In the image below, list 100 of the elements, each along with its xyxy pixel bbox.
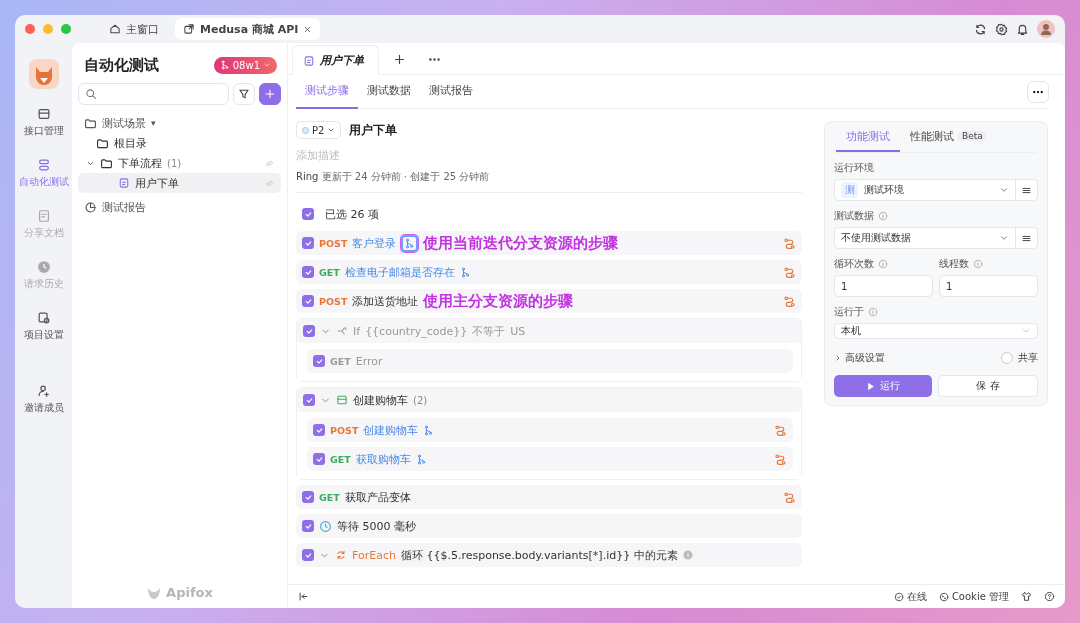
tree-item[interactable]: 下单流程 (1) [78,153,281,173]
environment-select[interactable]: 测 测试环境 [834,179,1016,201]
filter-button[interactable] [233,83,255,105]
info-icon [682,550,693,560]
add-user-icon [36,384,51,398]
help-button[interactable] [1044,591,1055,602]
editor-tab[interactable]: 用户下单 [292,45,379,75]
window-tab[interactable]: Medusa 商城 API [175,18,321,40]
step-row[interactable]: 等待 5000 毫秒 [296,514,802,538]
step-name: 检查电子邮箱是否存在 [344,264,455,280]
close-window-button[interactable] [25,24,35,34]
select-all-checkbox[interactable] [302,208,314,220]
run-button[interactable]: 运行 [834,375,932,397]
sub-tab[interactable]: 测试步骤 [296,74,358,109]
chevron-icon [1021,326,1031,336]
step-name: 添加送货地址 [352,293,419,309]
theme-button[interactable] [1021,591,1032,602]
share-toggle[interactable]: 共享 [1001,351,1038,365]
step-name: Error [355,354,383,368]
more-button[interactable] [1027,80,1049,103]
scenario-folder-icon [84,116,97,130]
pie-chart-icon [84,200,97,214]
field-label: 运行于 [834,305,864,319]
step-row[interactable]: POST 客户登录 使用当前迭代分支资源的步骤 [296,231,802,255]
save-button[interactable]: 保 存 [938,375,1038,397]
nav-item[interactable]: 邀请成员 [15,380,72,419]
manage-button[interactable] [1016,179,1038,201]
condition-variable: {{country_code}} [365,324,468,338]
tree-section[interactable]: 测试报告 [78,197,281,217]
panel-tab[interactable]: 功能测试 [836,122,900,152]
chevron-icon [999,233,1009,243]
app-logo [28,59,59,89]
step-row[interactable]: GET 获取产品变体 [296,485,802,509]
settings-icon [995,22,1008,36]
swap-icon [783,265,796,279]
step-checkbox[interactable] [313,453,325,465]
collapse-button[interactable] [298,591,309,602]
check-icon [304,326,314,336]
swap-icon [783,294,796,308]
nav-item[interactable]: 自动化测试 [15,154,72,193]
online-status[interactable]: 在线 [893,589,927,604]
step-checkbox[interactable] [313,424,325,436]
step-checkbox[interactable] [303,394,315,406]
condition-value: US [510,324,526,338]
step-checkbox[interactable] [302,520,314,532]
settings-icon [36,311,51,325]
branch-icon [219,60,230,70]
branch-selector[interactable]: 08w1 [213,56,277,74]
tree-item[interactable]: 根目录 [78,133,281,153]
step-checkbox[interactable] [302,237,314,249]
bell-icon [1016,22,1029,36]
panel-tab[interactable]: 性能测试 Beta [900,122,997,152]
branch-icon [459,266,471,278]
step-row[interactable]: ForEach 循环 {{$.5.response.body.variants[*].id}} 中的元素 [296,543,802,567]
test-data-select[interactable]: 不使用测试数据 [834,227,1016,249]
selected-count: 已选 26 项 [325,206,379,222]
avatar[interactable] [1037,20,1055,38]
swap-icon [783,490,796,504]
step-checkbox[interactable] [302,491,314,503]
sub-tab[interactable]: 测试数据 [358,74,420,109]
sidebar-title: 自动化测试 [84,55,159,75]
condition-icon [336,325,348,337]
nav-item[interactable]: 项目设置 [15,307,72,346]
step-checkbox[interactable] [302,549,314,561]
brand-name: Apifox [166,585,213,600]
advanced-settings-toggle[interactable]: 高级设置 [834,351,885,365]
loop-icon [335,549,347,561]
manage-button[interactable] [1016,227,1038,249]
field-label: 测试数据 [834,209,874,223]
priority-selector[interactable]: P2 [296,121,342,139]
step-name: 获取产品变体 [344,489,411,505]
step-row[interactable]: POST 添加送货地址 使用主分支资源的步骤 [296,289,802,313]
search-field[interactable] [78,83,229,105]
step-checkbox[interactable] [302,266,314,278]
search-icon [85,88,97,100]
http-method: POST [319,237,348,249]
runner-select[interactable]: 本机 [834,323,1038,339]
scenario-icon [303,54,315,67]
add-button[interactable] [259,83,281,105]
nav-item[interactable]: 接口管理 [15,103,72,142]
chevron-icon [834,354,842,362]
threads-field[interactable]: 1 [939,275,1038,297]
loops-field[interactable]: 1 [834,275,933,297]
annotation: 使用当前迭代分支资源的步骤 [423,233,619,253]
tree-section[interactable]: 测试场景 ▾ [78,113,281,133]
http-method: POST [330,424,359,436]
zoom-window-button[interactable] [61,24,71,34]
http-method: GET [319,491,340,503]
check-icon [314,356,324,366]
step-checkbox[interactable] [302,295,314,307]
cookie-manager-button[interactable]: Cookie 管理 [938,589,1009,604]
check-circle-icon [893,591,904,602]
info-icon [878,259,888,269]
window-tab[interactable]: 主窗口 [101,18,167,40]
swap-icon [774,423,787,437]
tree-item[interactable]: 用户下单 [78,173,281,193]
info-icon [878,211,888,221]
sub-tab[interactable]: 测试报告 [420,74,482,109]
clock-icon [36,260,51,274]
dropdown-caret[interactable]: ▾ [151,118,156,128]
